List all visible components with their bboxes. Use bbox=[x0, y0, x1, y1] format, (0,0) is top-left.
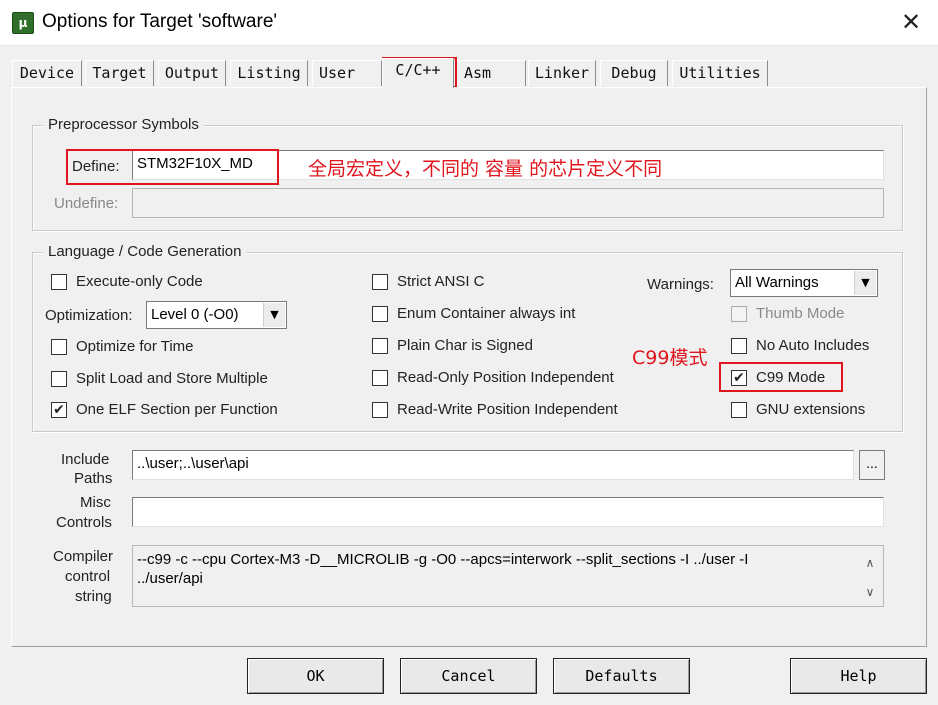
checkbox-label: Split Load and Store Multiple bbox=[76, 370, 268, 387]
tab-output[interactable]: Output bbox=[158, 60, 226, 86]
checkbox-box bbox=[731, 402, 747, 418]
tab-utilities[interactable]: Utilities bbox=[672, 60, 768, 86]
tab-target[interactable]: Target bbox=[85, 60, 154, 86]
compiler-control-line2: ../user/api bbox=[137, 570, 203, 587]
checkbox-box bbox=[51, 371, 67, 387]
tab-c-cpp[interactable]: C/C++ bbox=[382, 58, 454, 88]
include-paths-label-line2: Paths bbox=[74, 470, 113, 487]
include-paths-label-line1: Include bbox=[61, 451, 110, 468]
checkbox-box bbox=[51, 339, 67, 355]
cancel-button[interactable]: Cancel bbox=[400, 658, 537, 694]
tab-linker[interactable]: Linker bbox=[528, 60, 596, 86]
misc-controls-label-line1: Misc bbox=[80, 494, 111, 511]
undefine-input[interactable] bbox=[132, 188, 884, 218]
checkbox-label: Thumb Mode bbox=[756, 305, 845, 322]
title-bar: μ Options for Target 'software' ✕ bbox=[0, 0, 938, 46]
misc-controls-label-line2: Controls bbox=[56, 514, 112, 531]
compiler-control-label-line2: control bbox=[65, 568, 111, 585]
annotation-box-define bbox=[66, 149, 279, 185]
include-paths-input[interactable]: ..\user;..\user\api bbox=[132, 450, 854, 480]
checkbox-label: Read-Only Position Independent bbox=[397, 369, 614, 386]
close-icon[interactable]: ✕ bbox=[898, 10, 924, 36]
tab-strip: Device Target Output Listing User C/C++ … bbox=[12, 58, 912, 88]
scroll-down-icon[interactable]: ∨ bbox=[859, 583, 881, 602]
checkbox-label: Enum Container always int bbox=[397, 305, 576, 322]
group-title: Preprocessor Symbols bbox=[43, 116, 204, 133]
checkbox-box bbox=[731, 306, 747, 322]
defaults-button[interactable]: Defaults bbox=[553, 658, 690, 694]
tab-debug[interactable]: Debug bbox=[600, 60, 668, 86]
optimization-label: Optimization: bbox=[45, 307, 133, 324]
chevron-down-icon[interactable]: ▼ bbox=[854, 271, 876, 295]
keil-app-icon: μ bbox=[12, 12, 34, 34]
compiler-control-string[interactable]: --c99 -c --cpu Cortex-M3 -D__MICROLIB -g… bbox=[132, 545, 884, 607]
tab-asm[interactable]: Asm bbox=[456, 60, 526, 86]
checkbox-label: Read-Write Position Independent bbox=[397, 401, 618, 418]
compiler-control-label-line3: string bbox=[75, 588, 112, 605]
include-paths-browse-button[interactable]: ... bbox=[859, 450, 885, 480]
tab-listing[interactable]: Listing bbox=[230, 60, 308, 86]
c99-annotation: C99模式 bbox=[632, 347, 708, 369]
ok-button[interactable]: OK bbox=[247, 658, 384, 694]
checkbox-label: Optimize for Time bbox=[76, 338, 194, 355]
checkbox-box bbox=[51, 274, 67, 290]
scroll-up-icon[interactable]: ∧ bbox=[859, 554, 881, 573]
optimization-select[interactable]: Level 0 (-O0) ▼ bbox=[146, 301, 287, 329]
annotation-box-c99 bbox=[719, 362, 843, 392]
undefine-label: Undefine: bbox=[54, 195, 119, 212]
checkbox-label: GNU extensions bbox=[756, 401, 866, 418]
compiler-control-label-line1: Compiler bbox=[53, 548, 114, 565]
compiler-control-line1: --c99 -c --cpu Cortex-M3 -D__MICROLIB -g… bbox=[137, 551, 749, 568]
checkbox-label: One ELF Section per Function bbox=[76, 401, 278, 418]
window-title: Options for Target 'software' bbox=[42, 11, 278, 32]
tab-device[interactable]: Device bbox=[12, 60, 82, 86]
define-annotation: 全局宏定义，不同的 容量 的芯片定义不同 bbox=[308, 158, 663, 180]
select-value: All Warnings bbox=[735, 274, 819, 291]
group-title: Language / Code Generation bbox=[43, 243, 247, 260]
tab-user[interactable]: User bbox=[312, 60, 382, 86]
select-value: Level 0 (-O0) bbox=[151, 306, 239, 323]
checkbox-box bbox=[731, 338, 747, 354]
checkbox-label: Execute-only Code bbox=[76, 273, 203, 290]
checkbox-box bbox=[372, 338, 388, 354]
misc-controls-input[interactable] bbox=[132, 497, 884, 527]
checkbox-label: No Auto Includes bbox=[756, 337, 870, 354]
check-icon: ✔ bbox=[51, 402, 67, 418]
checkbox-box bbox=[372, 274, 388, 290]
chevron-down-icon[interactable]: ▼ bbox=[263, 303, 285, 327]
warnings-label: Warnings: bbox=[647, 276, 714, 293]
scrollbar[interactable]: ∧ ∨ bbox=[859, 548, 881, 604]
help-button[interactable]: Help bbox=[790, 658, 927, 694]
checkbox-box bbox=[372, 306, 388, 322]
checkbox-box bbox=[372, 402, 388, 418]
checkbox-box bbox=[372, 370, 388, 386]
warnings-select[interactable]: All Warnings ▼ bbox=[730, 269, 878, 297]
checkbox-label: Plain Char is Signed bbox=[397, 337, 533, 354]
checkbox-label: Strict ANSI C bbox=[397, 273, 485, 290]
